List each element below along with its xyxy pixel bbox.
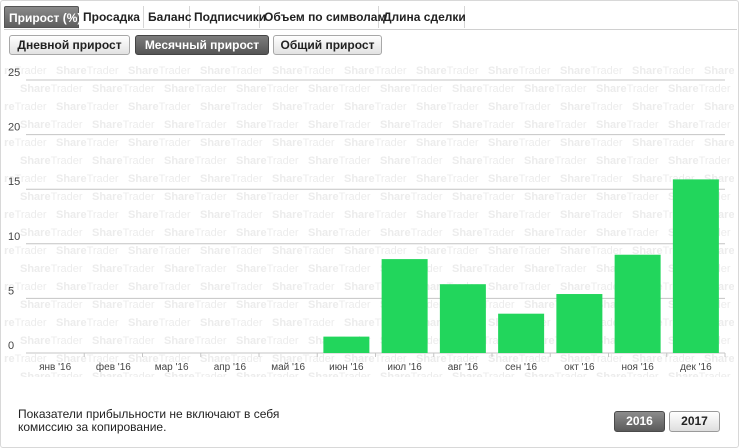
tab-growth[interactable]: Прирост (%) <box>4 6 81 28</box>
x-tick-label: ноя '16 <box>621 362 654 373</box>
year-2016-button[interactable]: 2016 <box>614 411 665 432</box>
year-2017-button[interactable]: 2017 <box>669 411 720 432</box>
x-tick-label: июн '16 <box>329 362 364 373</box>
commission-note: Показатели прибыльности не включают в се… <box>18 407 280 434</box>
y-tick-label: 20 <box>8 122 20 134</box>
growth-bar[interactable] <box>614 254 661 353</box>
x-tick-label: май '16 <box>271 362 305 373</box>
x-tick-label: сен '16 <box>505 362 537 373</box>
y-tick-label: 0 <box>8 340 14 352</box>
chart-tabbar: Прирост (%) Просадка Баланс Подписчики О… <box>4 6 737 30</box>
growth-bar[interactable] <box>439 284 486 353</box>
y-tick-label: 10 <box>8 231 20 243</box>
x-tick-label: апр '16 <box>214 362 247 373</box>
x-tick-label: авг '16 <box>448 362 479 373</box>
monthly-growth-button[interactable]: Месячный прирост <box>135 35 269 55</box>
growth-bar[interactable] <box>672 179 719 353</box>
daily-growth-button[interactable]: Дневной прирост <box>9 35 130 55</box>
tab-subscribers[interactable]: Подписчики <box>190 6 266 28</box>
growth-bar[interactable] <box>323 336 370 353</box>
y-tick-label: 25 <box>8 67 20 79</box>
x-tick-label: янв '16 <box>39 362 71 373</box>
x-tick-label: окт '16 <box>564 362 595 373</box>
tab-trade-duration[interactable]: Длина сделки <box>379 6 466 28</box>
tab-drawdown[interactable]: Просадка <box>79 6 144 28</box>
x-tick-label: мар '16 <box>155 362 189 373</box>
y-tick-label: 15 <box>8 176 20 188</box>
x-tick-label: июл '16 <box>387 362 422 373</box>
tab-volume-by-symbol[interactable]: Объем по символам <box>260 6 386 28</box>
growth-chart: 0 5 10 15 20 25 янв '16 фев '16 мар '16 апр '16 ма… <box>8 67 726 373</box>
x-tick-label: фев '16 <box>96 361 131 373</box>
tab-balance[interactable]: Баланс <box>144 6 192 28</box>
growth-bar[interactable] <box>498 313 545 353</box>
x-tick-label: дек '16 <box>680 362 712 373</box>
y-tick-label: 5 <box>8 285 14 297</box>
total-growth-button[interactable]: Общий прирост <box>273 35 382 55</box>
growth-bar[interactable] <box>381 259 428 353</box>
growth-bar[interactable] <box>556 294 603 353</box>
